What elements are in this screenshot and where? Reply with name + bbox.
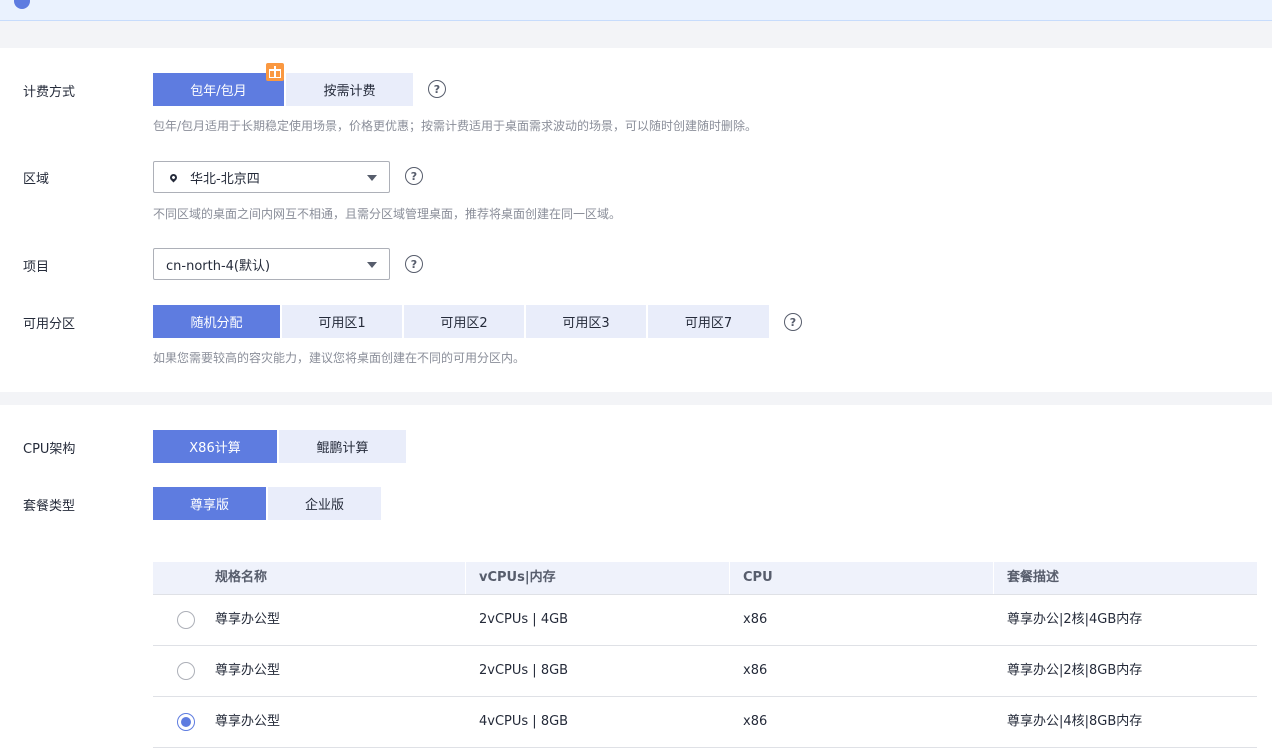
package-option-premium[interactable]: 尊享版 bbox=[153, 487, 266, 520]
cpu-cell: x86 bbox=[743, 612, 768, 627]
notice-bar bbox=[0, 0, 1272, 21]
billing-option-on-demand[interactable]: 按需计费 bbox=[286, 73, 413, 106]
column-header-description: 套餐描述 bbox=[1007, 570, 1060, 585]
spec-table: 规格名称 vCPUs|内存 CPU 套餐描述 尊享办公型 2vCPUs | 4G… bbox=[153, 562, 1257, 748]
column-header-spec-name: 规格名称 bbox=[202, 562, 466, 594]
region-value: 华北-北京四 bbox=[190, 171, 260, 187]
az-option-3[interactable]: 可用区3 bbox=[526, 305, 646, 338]
project-select[interactable]: cn-north-4(默认) bbox=[153, 248, 390, 280]
vcpu-memory-cell: 2vCPUs | 4GB bbox=[479, 612, 569, 627]
spec-name-cell: 尊享办公型 bbox=[215, 612, 281, 627]
project-value: cn-north-4(默认) bbox=[166, 258, 271, 274]
row-radio[interactable] bbox=[177, 611, 195, 629]
region-hint: 不同区域的桌面之间内网互不相通，且需分区域管理桌面，推荐将桌面创建在同一区域。 bbox=[153, 207, 622, 221]
region-label: 区域 bbox=[23, 172, 50, 187]
billing-help-icon[interactable]: ? bbox=[428, 80, 446, 98]
chevron-down-icon bbox=[367, 262, 377, 268]
section-divider bbox=[0, 21, 1272, 48]
location-pin-icon bbox=[168, 172, 179, 182]
description-cell: 尊享办公|4核|8GB内存 bbox=[1007, 714, 1143, 729]
spec-name-cell: 尊享办公型 bbox=[215, 714, 281, 729]
chevron-down-icon bbox=[367, 175, 377, 181]
az-hint: 如果您需要较高的容灾能力，建议您将桌面创建在不同的可用分区内。 bbox=[153, 351, 526, 365]
table-row[interactable]: 尊享办公型 2vCPUs | 4GB x86 尊享办公|2核|4GB内存 bbox=[153, 595, 1257, 646]
region-help-icon[interactable]: ? bbox=[405, 167, 423, 185]
vcpu-memory-cell: 2vCPUs | 8GB bbox=[479, 663, 569, 678]
section-divider bbox=[0, 392, 1272, 405]
region-select[interactable]: 华北-北京四 bbox=[153, 161, 390, 193]
project-help-icon[interactable]: ? bbox=[405, 255, 423, 273]
cpu-arch-label: CPU架构 bbox=[23, 442, 76, 457]
row-radio[interactable] bbox=[177, 713, 195, 731]
az-option-2[interactable]: 可用区2 bbox=[404, 305, 524, 338]
project-label: 项目 bbox=[23, 260, 50, 275]
az-help-icon[interactable]: ? bbox=[784, 313, 802, 331]
package-type-label: 套餐类型 bbox=[23, 499, 76, 514]
billing-hint: 包年/包月适用于长期稳定使用场景，价格更优惠；按需计费适用于桌面需求波动的场景，… bbox=[153, 119, 758, 133]
vcpu-memory-cell: 4vCPUs | 8GB bbox=[479, 714, 569, 729]
package-option-enterprise[interactable]: 企业版 bbox=[268, 487, 381, 520]
row-radio[interactable] bbox=[177, 662, 195, 680]
table-row[interactable]: 尊享办公型 2vCPUs | 8GB x86 尊享办公|2核|8GB内存 bbox=[153, 646, 1257, 697]
cpu-cell: x86 bbox=[743, 663, 768, 678]
column-header-vcpu-memory: vCPUs|内存 bbox=[466, 562, 730, 594]
description-cell: 尊享办公|2核|8GB内存 bbox=[1007, 663, 1143, 678]
az-option-1[interactable]: 可用区1 bbox=[282, 305, 402, 338]
cpu-cell: x86 bbox=[743, 714, 768, 729]
az-label: 可用分区 bbox=[23, 317, 76, 332]
az-option-7[interactable]: 可用区7 bbox=[648, 305, 769, 338]
cpu-option-kunpeng[interactable]: 鲲鹏计算 bbox=[279, 430, 406, 463]
az-option-random[interactable]: 随机分配 bbox=[153, 305, 280, 338]
column-header-cpu: CPU bbox=[730, 562, 994, 594]
spec-name-cell: 尊享办公型 bbox=[215, 663, 281, 678]
gift-icon bbox=[266, 63, 284, 81]
table-row[interactable]: 尊享办公型 4vCPUs | 8GB x86 尊享办公|4核|8GB内存 bbox=[153, 697, 1257, 748]
cpu-option-x86[interactable]: X86计算 bbox=[153, 430, 277, 463]
billing-option-yearly[interactable]: 包年/包月 bbox=[153, 73, 284, 106]
description-cell: 尊享办公|2核|4GB内存 bbox=[1007, 612, 1143, 627]
spec-table-header: 规格名称 vCPUs|内存 CPU 套餐描述 bbox=[153, 562, 1257, 595]
info-icon bbox=[14, 0, 30, 9]
billing-label: 计费方式 bbox=[23, 85, 76, 100]
